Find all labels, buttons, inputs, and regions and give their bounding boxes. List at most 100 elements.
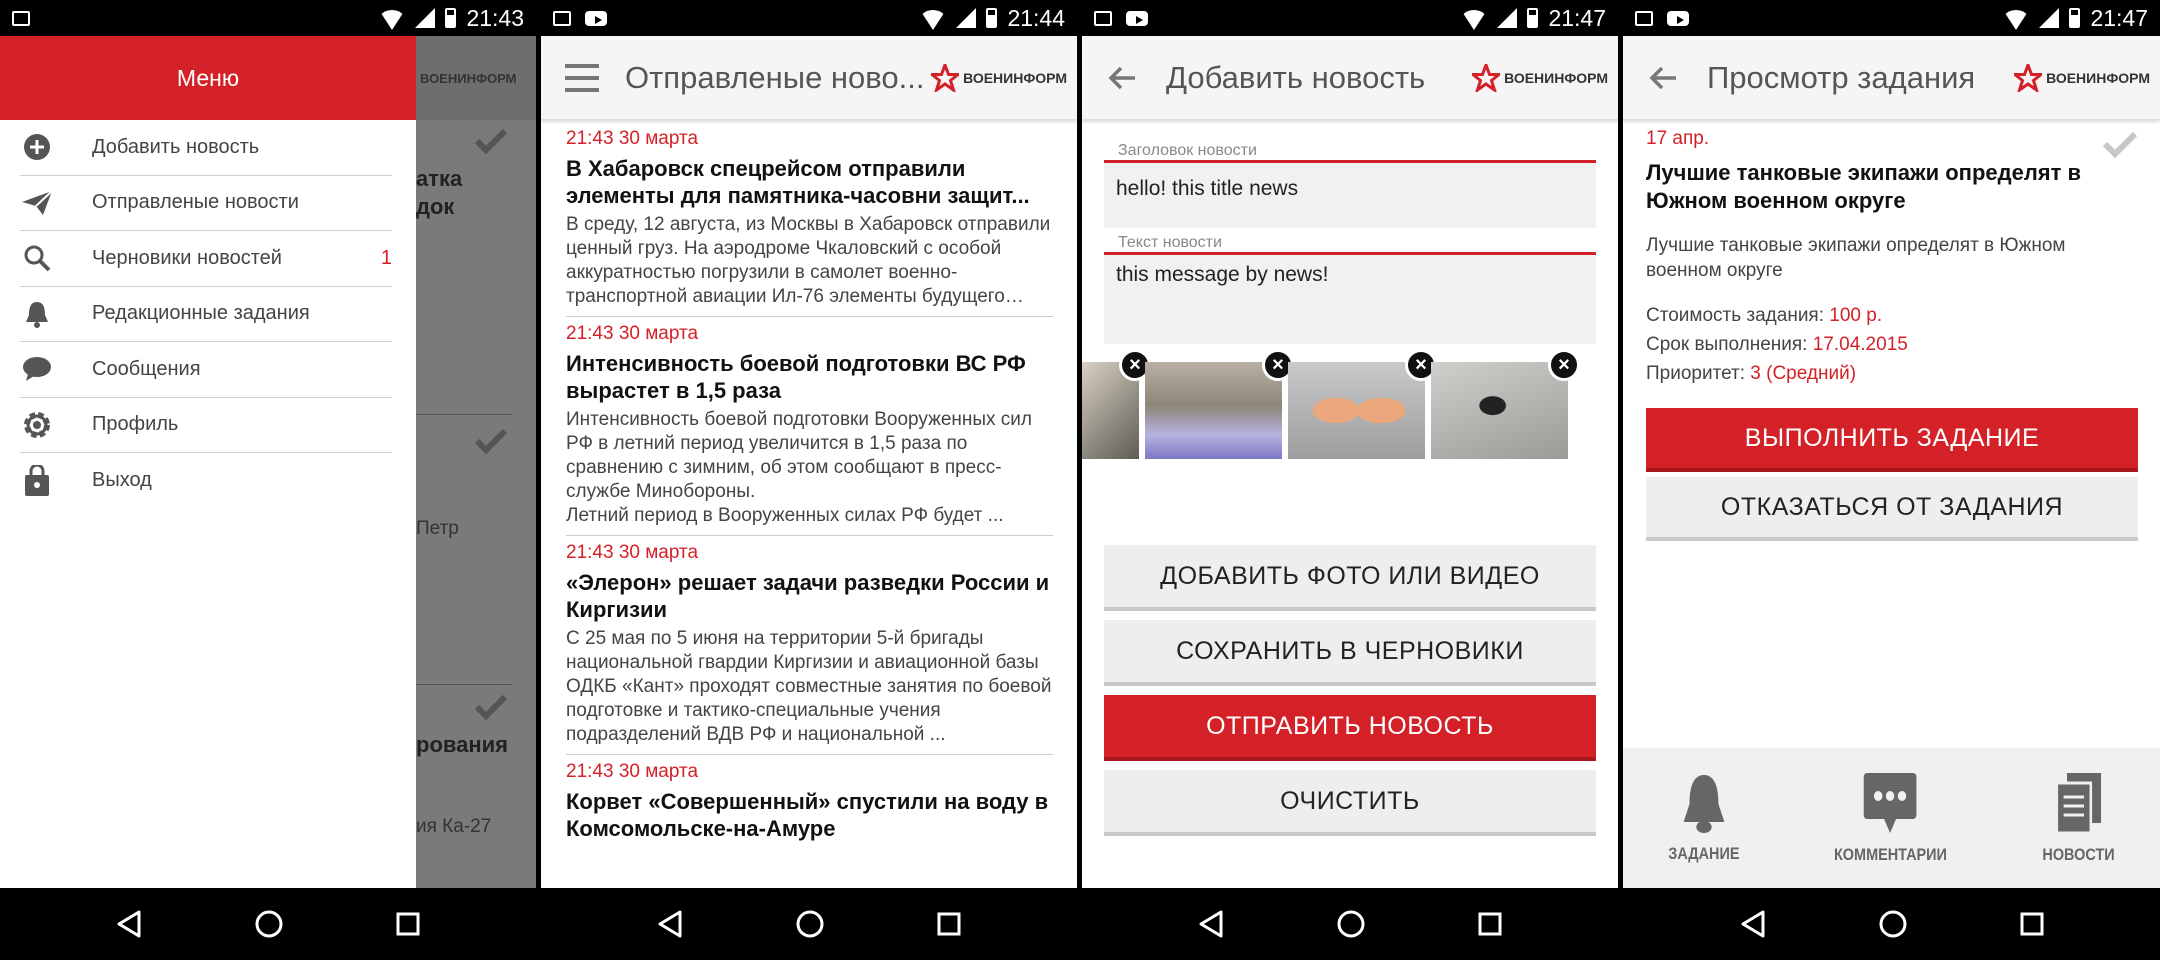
tab-comments[interactable]: КОММЕНТАРИИ bbox=[1834, 771, 1947, 865]
home-icon[interactable] bbox=[255, 910, 283, 938]
drawer-menu: Добавить новость Отправленые новости Чер… bbox=[0, 120, 416, 509]
bottom-tab-bar: ЗАДАНИЕ КОММЕНТАРИИ НОВОСТИ bbox=[1623, 748, 2160, 888]
background-logo: ВОЕНИНФОРМ bbox=[416, 36, 536, 120]
news-item[interactable]: 21:43 30 марта Интенсивность боевой подг… bbox=[566, 317, 1053, 536]
menu-item-profile[interactable]: Профиль bbox=[20, 398, 392, 453]
menu-item-editorial-tasks[interactable]: Редакционные задания bbox=[20, 287, 392, 342]
menu-item-label: Редакционные задания bbox=[92, 302, 310, 325]
back-icon[interactable] bbox=[1740, 910, 1766, 938]
wifi-icon bbox=[1461, 10, 1488, 30]
news-title: «Элерон» решает задачи разведки России и… bbox=[566, 570, 1050, 622]
news-item[interactable]: 21:43 30 марта «Элерон» решает задачи ра… bbox=[566, 536, 1053, 755]
youtube-notification-icon bbox=[1667, 10, 1689, 26]
youtube-notification-icon bbox=[1126, 10, 1148, 26]
tab-label: КОММЕНТАРИИ bbox=[1834, 845, 1948, 864]
hamburger-menu-icon[interactable] bbox=[565, 63, 599, 93]
tab-news[interactable]: НОВОСТИ bbox=[2042, 771, 2114, 865]
text-input[interactable]: this message by news! bbox=[1104, 252, 1596, 344]
brand-logo: ВОЕНИНФОРМ bbox=[1472, 63, 1608, 92]
menu-item-label: Выход bbox=[92, 469, 152, 492]
recent-apps-icon[interactable] bbox=[396, 912, 420, 936]
news-time: 21:43 30 марта bbox=[566, 542, 699, 563]
task-headline: Лучшие танковые экипажи определят в Южно… bbox=[1646, 160, 2082, 213]
recent-apps-icon[interactable] bbox=[2020, 912, 2044, 936]
drawer-title: Меню bbox=[0, 36, 416, 120]
media-thumbnail[interactable]: × bbox=[1082, 349, 1151, 459]
screen-sent-news: 21:44 Отправленые ново... ВОЕНИНФОРМ 21:… bbox=[541, 0, 1077, 960]
news-item[interactable]: 21:43 30 марта Корвет «Совершенный» спус… bbox=[566, 755, 1053, 849]
complete-task-button[interactable]: ВЫПОЛНИТЬ ЗАДАНИЕ bbox=[1646, 408, 2138, 472]
back-icon[interactable] bbox=[657, 910, 683, 938]
back-icon[interactable] bbox=[1198, 910, 1224, 938]
news-excerpt: В среду, 12 августа, из Москвы в Хабаров… bbox=[566, 214, 1051, 307]
title-field-label: Заголовок новости bbox=[1118, 142, 1257, 159]
news-time: 21:43 30 марта bbox=[566, 761, 699, 782]
news-item[interactable]: 21:43 30 марта В Хабаровск спецрейсом от… bbox=[566, 122, 1053, 317]
menu-item-logout[interactable]: Выход bbox=[20, 453, 392, 509]
back-icon[interactable] bbox=[116, 910, 142, 938]
deadline-label: Срок выполнения: bbox=[1646, 334, 1813, 355]
status-bar: 21:47 bbox=[1082, 0, 1618, 36]
menu-item-label: Сообщения bbox=[92, 357, 201, 380]
form-actions: ДОБАВИТЬ ФОТО ИЛИ ВИДЕО СОХРАНИТЬ В ЧЕРН… bbox=[1104, 545, 1596, 836]
title-input[interactable]: hello! this title news bbox=[1104, 160, 1596, 228]
recent-apps-icon[interactable] bbox=[937, 912, 961, 936]
media-thumbnail[interactable]: × bbox=[1288, 349, 1437, 459]
brand-logo: ВОЕНИНФОРМ bbox=[2014, 63, 2150, 92]
documents-icon bbox=[2054, 773, 2101, 835]
menu-item-messages[interactable]: Сообщения bbox=[20, 342, 392, 398]
news-time: 21:43 30 марта bbox=[566, 323, 699, 344]
bg-fragment: атка bbox=[416, 166, 463, 191]
clock: 21:44 bbox=[1007, 4, 1065, 31]
add-media-button[interactable]: ДОБАВИТЬ ФОТО ИЛИ ВИДЕО bbox=[1104, 545, 1596, 611]
signal-icon bbox=[415, 8, 436, 28]
navigation-drawer: Меню Добавить новость Отправленые новост… bbox=[0, 36, 416, 888]
status-bar: 21:44 bbox=[541, 0, 1077, 36]
battery-icon bbox=[445, 8, 457, 28]
menu-item-drafts[interactable]: Черновики новостей 1 bbox=[20, 231, 392, 287]
media-thumbnail[interactable]: × bbox=[1145, 349, 1294, 459]
cost-label: Стоимость задания: bbox=[1646, 305, 1830, 326]
news-excerpt: С 25 мая по 5 июня на территории 5-й бри… bbox=[566, 628, 1052, 745]
page-title: Добавить новость bbox=[1166, 59, 1426, 95]
save-draft-button[interactable]: СОХРАНИТЬ В ЧЕРНОВИКИ bbox=[1104, 620, 1596, 686]
battery-icon bbox=[986, 8, 998, 28]
check-icon bbox=[474, 694, 508, 720]
news-title: В Хабаровск спецрейсом отправили элемент… bbox=[566, 156, 1030, 208]
clear-button[interactable]: ОЧИСТИТЬ bbox=[1104, 770, 1596, 836]
logo-text: ВОЕНИНФОРМ bbox=[963, 69, 1067, 86]
tab-task[interactable]: ЗАДАНИЕ bbox=[1668, 772, 1740, 864]
menu-item-label: Профиль bbox=[92, 413, 179, 436]
red-star-icon bbox=[2014, 63, 2043, 92]
comment-icon bbox=[1864, 773, 1918, 833]
home-icon[interactable] bbox=[1879, 910, 1907, 938]
home-icon[interactable] bbox=[796, 910, 824, 938]
lock-bag-icon bbox=[25, 464, 49, 496]
red-star-icon bbox=[1472, 63, 1501, 92]
task-details: 17 апр. Лучшие танковые экипажи определя… bbox=[1646, 128, 2138, 550]
attached-media: × × × × bbox=[1082, 349, 1596, 459]
back-arrow-icon[interactable] bbox=[1649, 66, 1677, 90]
home-icon[interactable] bbox=[1337, 910, 1365, 938]
back-arrow-icon[interactable] bbox=[1108, 66, 1136, 90]
divider bbox=[416, 414, 512, 415]
recent-apps-icon[interactable] bbox=[1478, 912, 1502, 936]
news-title: Корвет «Совершенный» спустили на воду в … bbox=[566, 789, 1049, 841]
toolbar: Просмотр задания ВОЕНИНФОРМ bbox=[1623, 36, 2160, 120]
system-nav-bar bbox=[1623, 888, 2160, 960]
media-thumbnail[interactable]: × bbox=[1431, 349, 1580, 459]
menu-item-add-news[interactable]: Добавить новость bbox=[20, 120, 392, 176]
menu-item-sent-news[interactable]: Отправленые новости bbox=[20, 176, 392, 231]
status-bar: 21:47 bbox=[1623, 0, 2160, 36]
clock: 21:47 bbox=[2090, 4, 2148, 31]
remove-media-icon[interactable]: × bbox=[1548, 349, 1580, 381]
brand-logo: ВОЕНИНФОРМ bbox=[931, 63, 1067, 92]
search-icon bbox=[24, 245, 51, 272]
tab-label: НОВОСТИ bbox=[2042, 845, 2115, 864]
send-news-button[interactable]: ОТПРАВИТЬ НОВОСТЬ bbox=[1104, 695, 1596, 761]
drafts-count-badge: 1 bbox=[380, 246, 392, 269]
decline-task-button[interactable]: ОТКАЗАТЬСЯ ОТ ЗАДАНИЯ bbox=[1646, 477, 2138, 541]
logo-text: ВОЕНИНФОРМ bbox=[1504, 69, 1608, 86]
youtube-notification-icon bbox=[585, 10, 607, 26]
signal-icon bbox=[1497, 8, 1518, 28]
